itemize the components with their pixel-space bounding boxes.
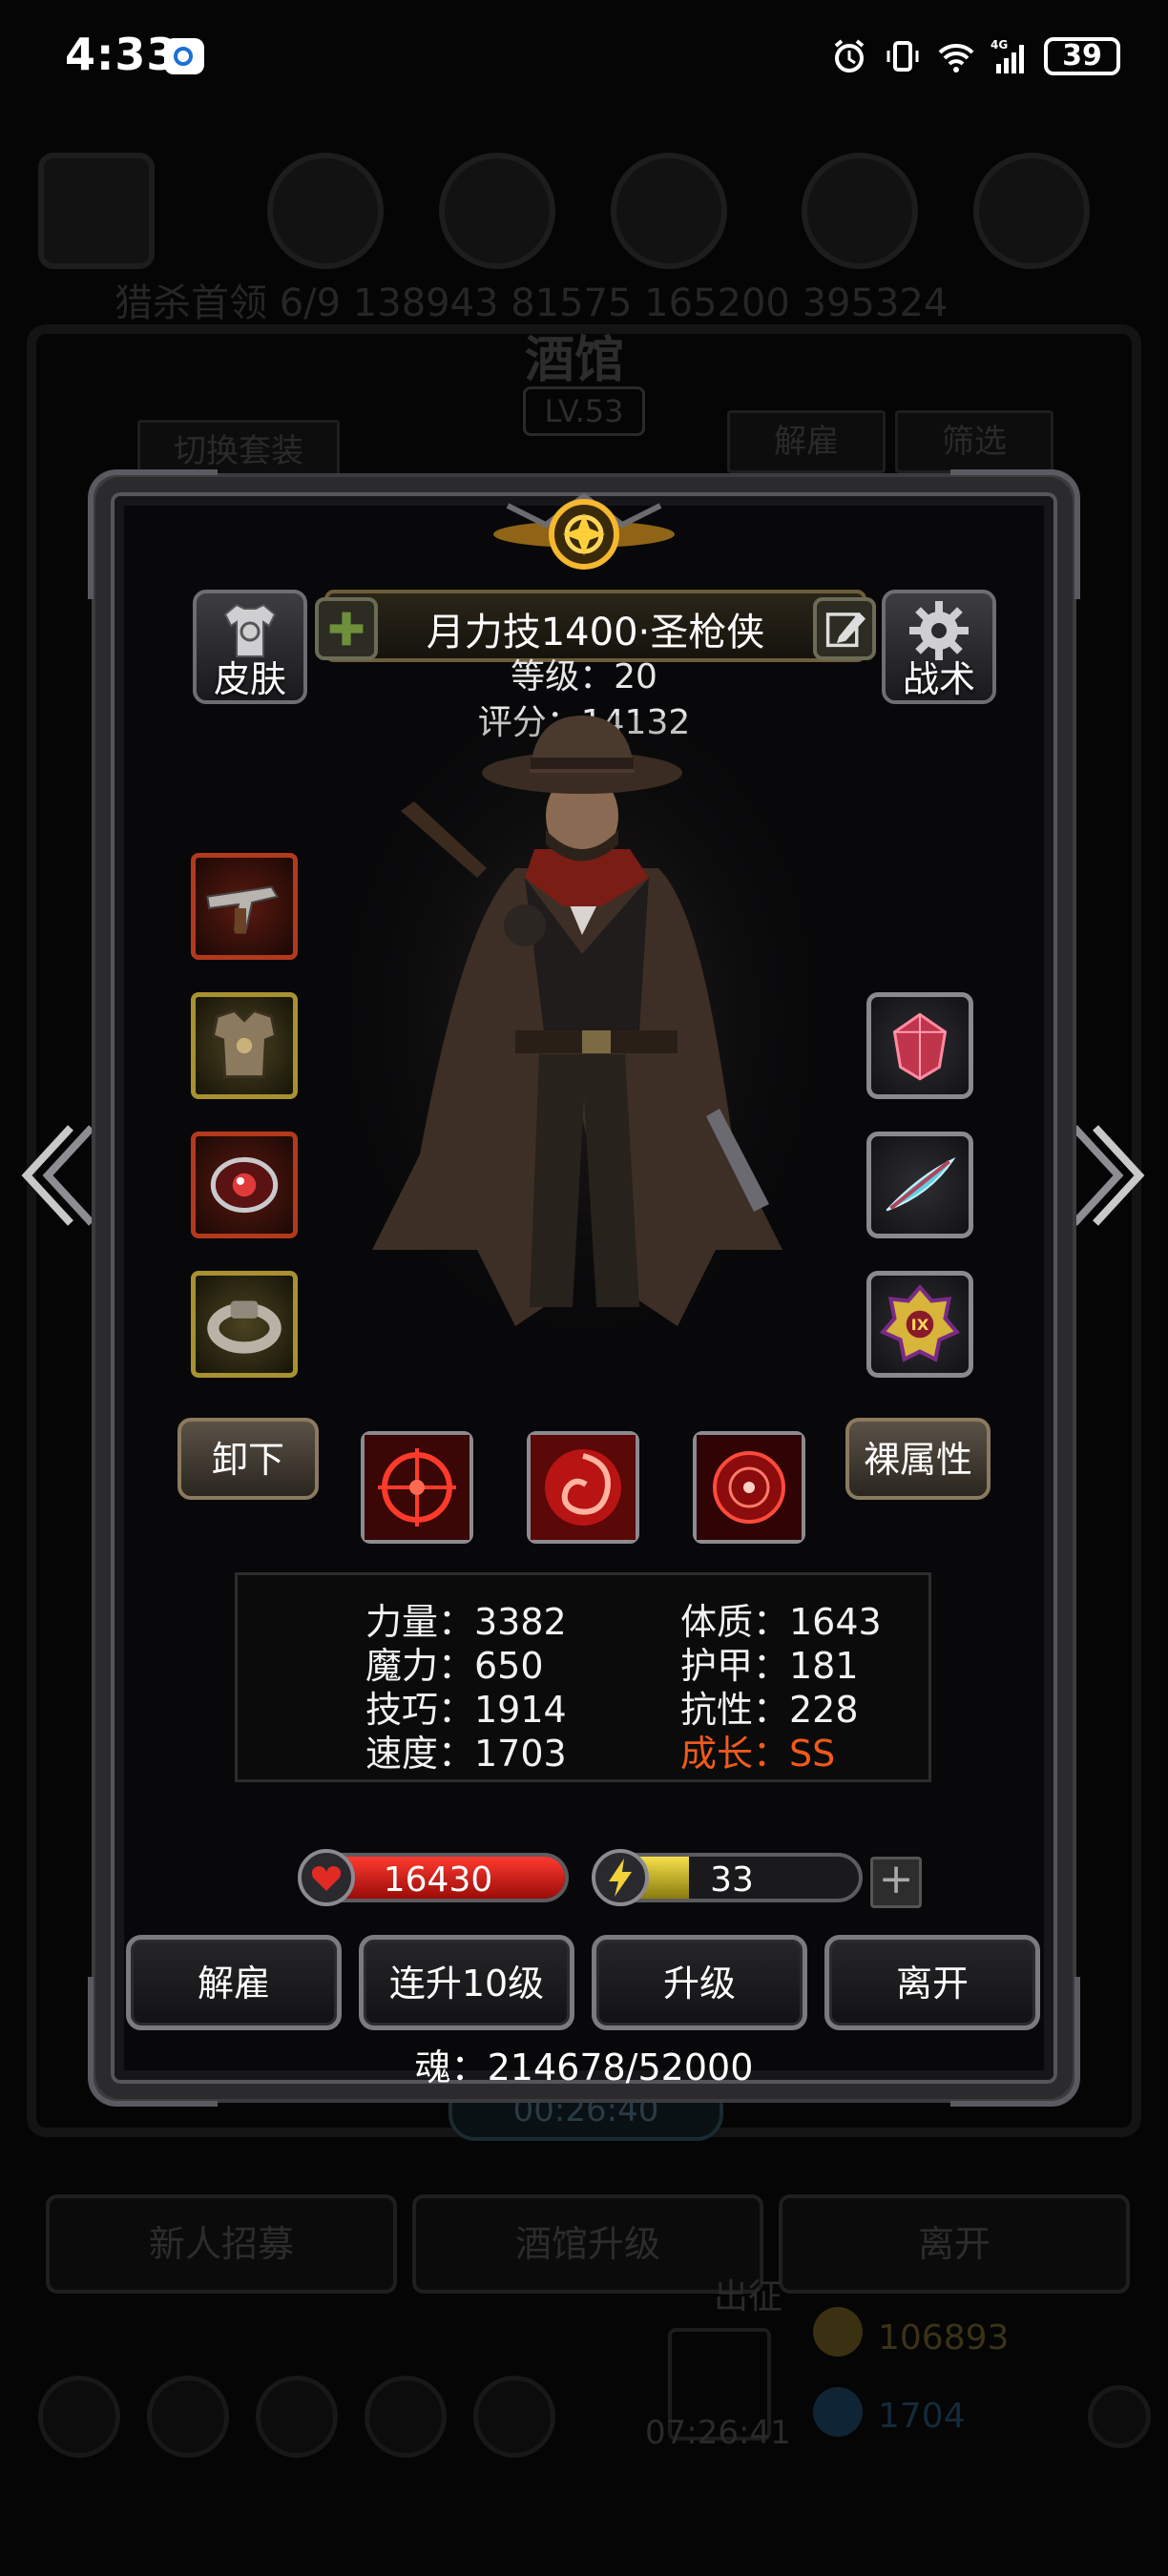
background-ring-icon bbox=[267, 153, 384, 269]
gem-icon bbox=[813, 2387, 863, 2437]
hero-detail-modal: 皮肤 战术 月力技1400·圣枪侠 等级：20 评分：14132 bbox=[88, 469, 1080, 2107]
skill-slot-2[interactable] bbox=[527, 1431, 639, 1544]
background-tab-filter: 筛选 bbox=[895, 410, 1053, 473]
vortex-skill-icon bbox=[531, 1435, 636, 1540]
lightning-icon bbox=[592, 1849, 649, 1906]
background-menu-icon bbox=[256, 2376, 338, 2458]
frame-corner-ornament bbox=[950, 469, 1080, 599]
equipment-slot-badge[interactable]: IX bbox=[866, 1271, 973, 1378]
next-hero-arrow-icon[interactable] bbox=[1067, 1118, 1153, 1233]
background-gold-amount: 106893 bbox=[878, 2318, 1010, 2358]
background-tavern-upgrade-button: 酒馆升级 bbox=[412, 2194, 763, 2294]
upgrade-button[interactable]: 升级 bbox=[592, 1935, 807, 2030]
background-menu-icon bbox=[473, 2376, 555, 2458]
soul-counter: 魂：214678/52000 bbox=[414, 2046, 754, 2088]
background-add-icon bbox=[1088, 2385, 1151, 2448]
equipment-slot-accessory[interactable] bbox=[866, 1132, 973, 1238]
alarm-icon bbox=[834, 39, 865, 73]
pistol-icon bbox=[206, 885, 280, 934]
status-bar: 4:33 4G 39 bbox=[0, 0, 1168, 114]
crest-badge-icon: IX bbox=[879, 1284, 961, 1362]
equipment-slot-weapon[interactable] bbox=[191, 853, 298, 960]
background-ring-icon bbox=[973, 153, 1090, 269]
background-menu-icon bbox=[365, 2376, 447, 2458]
unequip-button[interactable]: 卸下 bbox=[177, 1418, 319, 1500]
equipment-slot-ring[interactable] bbox=[191, 1271, 298, 1378]
vibrate-icon bbox=[886, 41, 919, 72]
background-gem-amount: 1704 bbox=[878, 2397, 966, 2436]
base-attributes-button[interactable]: 裸属性 bbox=[845, 1418, 991, 1500]
hero-level: 等级：20 bbox=[511, 657, 657, 696]
crosshair-skill-icon bbox=[365, 1435, 469, 1540]
svg-text:4G: 4G bbox=[991, 38, 1008, 52]
equipment-slot-gem[interactable] bbox=[866, 992, 973, 1099]
wifi-icon bbox=[938, 43, 974, 73]
feather-icon bbox=[886, 1156, 956, 1212]
level-up-10-button[interactable]: 连升10级 bbox=[359, 1935, 574, 2030]
background-leave-button: 离开 bbox=[779, 2194, 1130, 2294]
skill-slot-3[interactable] bbox=[693, 1431, 805, 1544]
background-tab-dismiss: 解雇 bbox=[727, 410, 886, 473]
frame-corner-ornament bbox=[88, 469, 218, 599]
background-avatar bbox=[38, 153, 155, 269]
stat-growth: 成长：SS bbox=[680, 1733, 836, 1775]
armor-icon bbox=[211, 1008, 278, 1079]
background-recruit-button: 新人招募 bbox=[46, 2194, 397, 2294]
previous-hero-arrow-icon[interactable] bbox=[13, 1118, 99, 1233]
background-title: 酒馆 bbox=[525, 332, 625, 389]
app-notification-icon bbox=[164, 38, 204, 74]
background-ring-icon bbox=[439, 153, 555, 269]
background-march-label: 出征 bbox=[714, 2277, 783, 2316]
status-icons: 4G 39 bbox=[830, 32, 1120, 80]
ruby-gem-icon bbox=[892, 1012, 948, 1081]
background-gift-timer: 07:26:41 bbox=[645, 2414, 791, 2452]
signal-4g-icon: 4G bbox=[991, 38, 1024, 73]
skill-slot-1[interactable] bbox=[361, 1431, 473, 1544]
equipment-slot-amulet[interactable] bbox=[191, 1132, 298, 1238]
background-resource-rings bbox=[38, 153, 1136, 286]
background-level: LV.53 bbox=[523, 386, 645, 436]
background-ring-icon bbox=[611, 153, 727, 269]
ring-icon bbox=[207, 1300, 282, 1354]
background-ring-icon bbox=[802, 153, 918, 269]
leave-button[interactable]: 离开 bbox=[824, 1935, 1040, 2030]
gold-coin-icon bbox=[813, 2307, 863, 2357]
amulet-icon bbox=[210, 1156, 279, 1214]
heart-icon bbox=[298, 1849, 355, 1906]
background-menu-icon bbox=[147, 2376, 229, 2458]
dismiss-button[interactable]: 解雇 bbox=[126, 1935, 342, 2030]
equipment-slot-armor[interactable] bbox=[191, 992, 298, 1099]
battery-icon: 39 bbox=[1044, 37, 1120, 75]
stat-speed: 速度：1703 bbox=[365, 1733, 567, 1775]
golden-emblem-icon bbox=[493, 492, 675, 570]
hero-stats-panel: 力量：3382 体质：1643 魔力：650 护甲：181 技巧：1914 抗性… bbox=[235, 1572, 931, 1782]
hero-character-art bbox=[334, 716, 830, 1383]
background-menu-icon bbox=[38, 2376, 120, 2458]
add-energy-button[interactable]: + bbox=[870, 1857, 922, 1908]
status-time: 4:33 bbox=[65, 29, 178, 80]
svg-text:IX: IX bbox=[911, 1316, 929, 1334]
target-skill-icon bbox=[697, 1435, 802, 1540]
